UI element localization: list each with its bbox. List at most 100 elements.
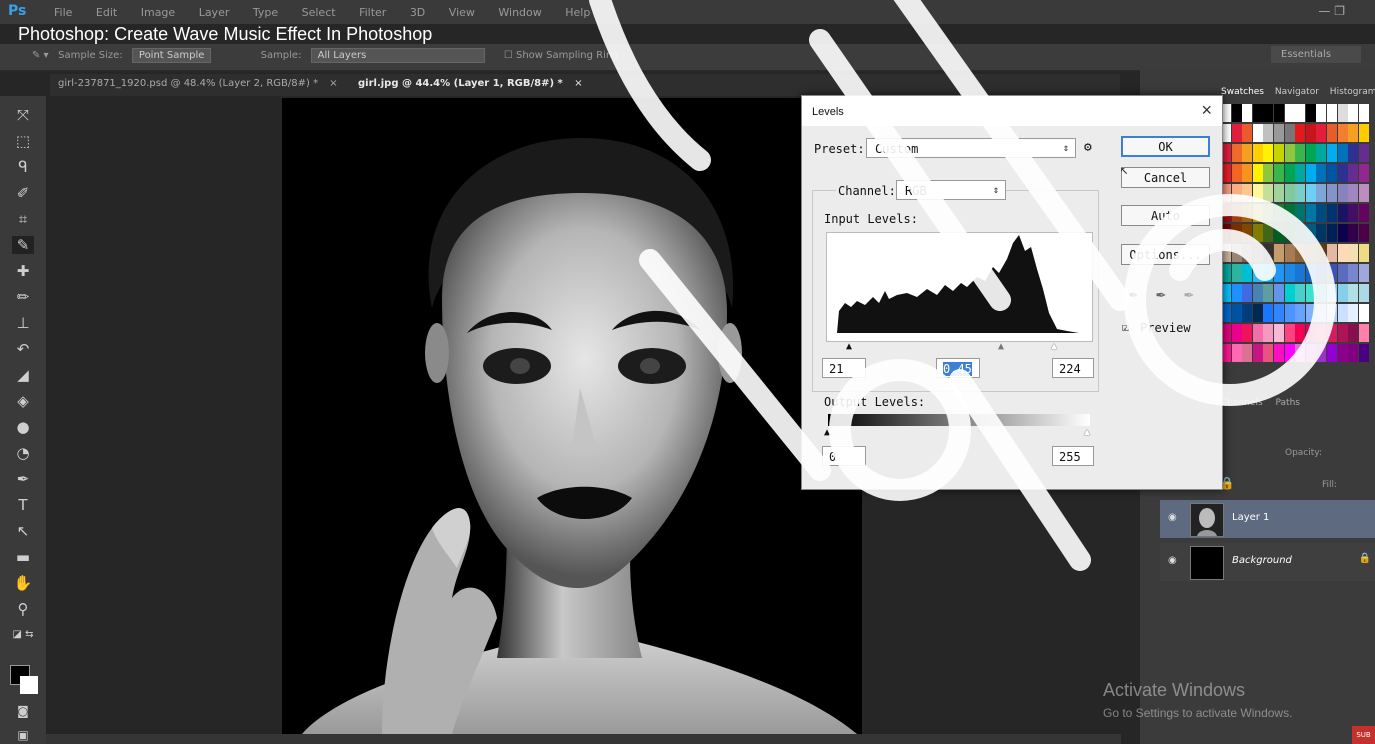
menu-window[interactable]: Window bbox=[498, 6, 541, 19]
pen-tool-icon[interactable]: ✒ bbox=[12, 470, 34, 488]
swatch[interactable] bbox=[1337, 104, 1348, 122]
move-tool-icon[interactable]: ⤧ bbox=[12, 106, 34, 124]
menu-3d[interactable]: 3D bbox=[410, 6, 425, 19]
swatch[interactable] bbox=[1295, 264, 1306, 282]
output-black-slider[interactable]: ▲ bbox=[824, 428, 830, 438]
swatch[interactable] bbox=[1263, 324, 1274, 342]
swatch[interactable] bbox=[1274, 224, 1284, 242]
swatch[interactable] bbox=[1263, 184, 1274, 202]
swatch[interactable] bbox=[1284, 184, 1295, 202]
swatch[interactable] bbox=[1305, 204, 1316, 222]
swatch[interactable] bbox=[1284, 104, 1295, 122]
swatch[interactable] bbox=[1316, 284, 1327, 302]
menu-file[interactable]: File bbox=[54, 6, 72, 19]
swatch[interactable] bbox=[1284, 144, 1295, 162]
lasso-tool-icon[interactable]: ᑫ bbox=[12, 158, 34, 176]
swatch[interactable] bbox=[1327, 104, 1337, 122]
swatch[interactable] bbox=[1252, 344, 1263, 362]
swatch[interactable] bbox=[1242, 204, 1253, 222]
close-icon[interactable]: × bbox=[574, 78, 582, 89]
swatch[interactable] bbox=[1305, 144, 1316, 162]
swatch[interactable] bbox=[1274, 184, 1284, 202]
swatch[interactable] bbox=[1305, 324, 1316, 342]
swatch[interactable] bbox=[1231, 204, 1242, 222]
swatch[interactable] bbox=[1263, 244, 1274, 262]
swatch[interactable] bbox=[1316, 264, 1327, 282]
swatch[interactable] bbox=[1358, 324, 1369, 342]
input-gamma-slider[interactable]: ▲ bbox=[998, 342, 1004, 352]
preview-checkbox[interactable]: ☑ bbox=[1122, 320, 1129, 334]
swatch[interactable] bbox=[1337, 204, 1348, 222]
preset-select[interactable]: Custom ⇕ bbox=[866, 138, 1076, 158]
path-select-tool-icon[interactable]: ↖ bbox=[12, 522, 34, 540]
swatch[interactable] bbox=[1231, 324, 1242, 342]
swatch[interactable] bbox=[1337, 324, 1348, 342]
menu-type[interactable]: Type bbox=[253, 6, 278, 19]
output-black-field[interactable]: 0 bbox=[822, 446, 866, 466]
tab-channels[interactable]: Channels bbox=[1221, 398, 1263, 408]
swatch[interactable] bbox=[1263, 224, 1274, 242]
swatch[interactable] bbox=[1358, 144, 1369, 162]
swatch[interactable] bbox=[1231, 284, 1242, 302]
swatch[interactable] bbox=[1252, 184, 1263, 202]
output-white-slider[interactable]: ▲ bbox=[1084, 428, 1090, 438]
swatch[interactable] bbox=[1305, 124, 1316, 142]
swatch[interactable] bbox=[1295, 184, 1306, 202]
visibility-eye-icon[interactable]: ◉ bbox=[1168, 512, 1177, 523]
swatch[interactable] bbox=[1316, 124, 1327, 142]
swatch[interactable] bbox=[1348, 104, 1359, 122]
swatch[interactable] bbox=[1337, 264, 1348, 282]
swatch[interactable] bbox=[1263, 264, 1274, 282]
swatch[interactable] bbox=[1231, 344, 1242, 362]
swatch[interactable] bbox=[1305, 284, 1316, 302]
swatch[interactable] bbox=[1284, 244, 1295, 262]
input-black-slider[interactable]: ▲ bbox=[846, 342, 852, 352]
swatch[interactable] bbox=[1337, 144, 1348, 162]
swatch[interactable] bbox=[1252, 264, 1263, 282]
swatch[interactable] bbox=[1252, 224, 1263, 242]
swatch[interactable] bbox=[1284, 284, 1295, 302]
swatch[interactable] bbox=[1295, 284, 1306, 302]
swatch[interactable] bbox=[1295, 204, 1306, 222]
swatch[interactable] bbox=[1252, 304, 1263, 322]
swatch[interactable] bbox=[1327, 124, 1337, 142]
swatch[interactable] bbox=[1242, 344, 1253, 362]
swatch[interactable] bbox=[1295, 304, 1306, 322]
swatch[interactable] bbox=[1242, 224, 1253, 242]
swatch[interactable] bbox=[1316, 324, 1327, 342]
swatch[interactable] bbox=[1242, 304, 1253, 322]
ok-button[interactable]: OK bbox=[1121, 136, 1210, 157]
swatch[interactable] bbox=[1327, 204, 1337, 222]
type-tool-icon[interactable]: T bbox=[12, 496, 34, 514]
swatch[interactable] bbox=[1316, 144, 1327, 162]
swatch[interactable] bbox=[1358, 204, 1369, 222]
swatch[interactable] bbox=[1337, 244, 1348, 262]
swatch[interactable] bbox=[1263, 104, 1274, 122]
sample-select[interactable]: All Layers bbox=[310, 48, 485, 63]
swatch[interactable] bbox=[1231, 164, 1242, 182]
swatch[interactable] bbox=[1284, 204, 1295, 222]
swatch[interactable] bbox=[1242, 144, 1253, 162]
swatch[interactable] bbox=[1242, 244, 1253, 262]
swatch[interactable] bbox=[1295, 124, 1306, 142]
swatch[interactable] bbox=[1295, 164, 1306, 182]
swatch[interactable] bbox=[1305, 344, 1316, 362]
swatch[interactable] bbox=[1274, 304, 1284, 322]
swatch[interactable] bbox=[1284, 124, 1295, 142]
channel-select[interactable]: RGB ⇕ bbox=[896, 180, 1006, 200]
window-controls[interactable]: — ❐ bbox=[1318, 4, 1345, 18]
swatch[interactable] bbox=[1242, 184, 1253, 202]
swatch[interactable] bbox=[1274, 324, 1284, 342]
swatch[interactable] bbox=[1252, 204, 1263, 222]
swatch[interactable] bbox=[1348, 344, 1359, 362]
swatch[interactable] bbox=[1337, 284, 1348, 302]
marquee-tool-icon[interactable]: ⬚ bbox=[12, 132, 34, 150]
zoom-tool-icon[interactable]: ⚲ bbox=[12, 600, 34, 618]
menu-help[interactable]: Help bbox=[565, 6, 590, 19]
rectangle-tool-icon[interactable]: ▬ bbox=[12, 548, 34, 566]
swatch[interactable] bbox=[1348, 164, 1359, 182]
swatch[interactable] bbox=[1231, 124, 1242, 142]
swatch[interactable] bbox=[1316, 244, 1327, 262]
swatch[interactable] bbox=[1252, 164, 1263, 182]
menu-select[interactable]: Select bbox=[302, 6, 336, 19]
